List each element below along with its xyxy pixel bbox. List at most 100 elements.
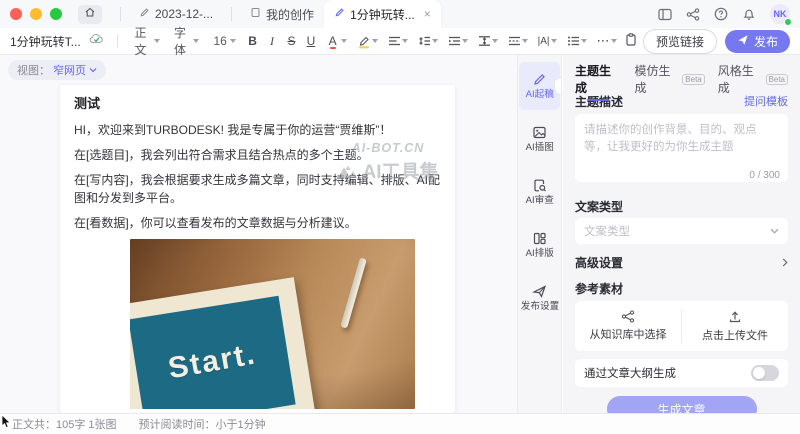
indent-button[interactable] <box>445 33 471 49</box>
rail-item-ai-layout[interactable]: AI排版 <box>519 221 560 269</box>
close-tab-icon[interactable]: × <box>424 7 431 21</box>
status-bar: 正文共： 105字 1张图 预计阅读时间： 小于1分钟 <box>0 413 800 434</box>
doc-paragraph[interactable]: 在[写内容]，我会根据要求生成多篇文章，同时支持编辑、排版、AI配图和分发到多平… <box>74 171 441 207</box>
document-title[interactable]: 1分钟玩转T... <box>10 33 81 50</box>
tab-active-document[interactable]: 1分钟玩转... × <box>324 0 441 28</box>
document-icon <box>250 7 261 21</box>
format-painter-button[interactable] <box>624 31 639 51</box>
document-search-icon <box>532 178 547 193</box>
close-window-button[interactable] <box>10 8 22 20</box>
ai-tools-rail: AI起稿 AI插图 AI审查 AI排版 发布设置 <box>517 55 562 413</box>
window-controls <box>10 8 62 20</box>
app-window: 2023-12-... 我的创作 1分钟玩转... × <box>0 0 800 434</box>
rail-item-ai-illustration[interactable]: AI插图 <box>519 115 560 163</box>
list-button[interactable] <box>564 33 590 49</box>
chevron-down-icon <box>611 39 617 43</box>
beta-badge: Beta <box>766 74 788 85</box>
inserted-image-start[interactable]: Start. <box>130 239 415 409</box>
upload-button-label: 点击上传文件 <box>702 327 768 343</box>
chevron-down-icon <box>193 39 199 43</box>
tab-style-generate[interactable]: 风格生成Beta <box>718 62 788 96</box>
tab-topic-generate[interactable]: 主题生成 <box>575 62 622 96</box>
chevron-down-icon <box>402 39 408 43</box>
layout-icon <box>532 231 547 246</box>
outline-toggle[interactable] <box>751 365 779 381</box>
upload-icon <box>728 310 742 324</box>
paragraph-spacing-button[interactable] <box>475 33 501 49</box>
rail-label: AI审查 <box>525 196 553 206</box>
indent-icon <box>448 35 461 47</box>
generate-article-button[interactable]: 生成文章 <box>607 396 757 413</box>
help-icon[interactable] <box>714 7 728 21</box>
titlebar: 2023-12-... 我的创作 1分钟玩转... × <box>0 0 800 28</box>
doc-paragraph[interactable]: 在[选题目]，我会列出符合需求且结合热点的多个主题。 <box>74 146 441 164</box>
avatar-initials: NK <box>774 9 787 19</box>
rail-item-publish-settings[interactable]: 发布设置 <box>519 274 560 322</box>
preview-link-button[interactable]: 预览链接 <box>643 29 717 54</box>
mouse-cursor <box>1 415 12 429</box>
format-toolbar: 1分钟玩转T... 正文 字体 16 B I S U A <box>0 28 800 55</box>
highlight-color-button[interactable] <box>354 32 381 51</box>
send-icon <box>532 284 547 299</box>
notification-bell-icon[interactable] <box>742 7 756 21</box>
divider <box>231 7 232 21</box>
tab-label: 1分钟玩转... <box>350 6 415 23</box>
collapse-panel-handle[interactable] <box>554 77 561 95</box>
copy-type-placeholder: 文案类型 <box>584 223 630 239</box>
italic-button[interactable]: I <box>264 31 279 51</box>
publish-button[interactable]: 发布 <box>725 30 790 53</box>
line-height-button[interactable] <box>415 33 441 49</box>
letter-spacing-button[interactable]: |A| <box>535 34 560 49</box>
size-value: 16 <box>213 34 226 48</box>
upload-file-button[interactable]: 点击上传文件 <box>682 301 788 351</box>
kb-button-label: 从知识库中选择 <box>590 326 667 342</box>
sidebar-layout-icon[interactable] <box>658 8 672 21</box>
more-formats-button[interactable]: ⋯ <box>594 34 620 48</box>
rail-item-ai-review[interactable]: AI审查 <box>519 168 560 216</box>
bold-button[interactable]: B <box>245 31 260 51</box>
chevron-down-icon <box>492 39 498 43</box>
home-icon <box>84 5 96 23</box>
home-button[interactable] <box>78 5 102 24</box>
doc-paragraph[interactable]: 在[看数据]，你可以查看发布的文章数据与分析建议。 <box>74 214 441 232</box>
minimize-window-button[interactable] <box>30 8 42 20</box>
pencil-icon <box>334 7 345 21</box>
align-button[interactable] <box>385 33 411 49</box>
font-size-select[interactable]: 16 <box>208 32 240 50</box>
rail-label: AI插图 <box>525 143 553 153</box>
chevron-down-icon <box>581 39 587 43</box>
paragraph-spacing-icon <box>478 35 491 47</box>
share-nodes-icon <box>621 310 635 323</box>
outline-generate-card: 通过文章大纲生成 <box>575 359 788 387</box>
rail-label: AI起稿 <box>525 90 553 100</box>
reference-source-card: 从知识库中选择 点击上传文件 <box>575 301 788 351</box>
maximize-window-button[interactable] <box>50 8 62 20</box>
divider-insert-button[interactable] <box>505 33 531 49</box>
advanced-settings-row[interactable]: 高级设置 <box>575 255 788 269</box>
style-value: 正文 <box>134 24 151 58</box>
question-template-link[interactable]: 提问模板 <box>744 93 788 109</box>
view-mode-select[interactable]: 视图： 窄网页 <box>8 60 106 80</box>
chevron-down-icon <box>462 39 468 43</box>
char-counter: 0 / 300 <box>749 170 780 181</box>
pencil-icon <box>532 72 547 87</box>
select-from-kb-button[interactable]: 从知识库中选择 <box>575 301 681 351</box>
document-page[interactable]: 测试 HI，欢迎来到TURBODESK! 我是专属于你的运营“贾维斯”！ 在[选… <box>60 85 455 413</box>
user-avatar[interactable]: NK <box>770 4 790 24</box>
copy-type-select[interactable]: 文案类型 <box>575 218 788 244</box>
highlighter-icon <box>357 34 371 49</box>
line-height-icon <box>418 35 431 47</box>
doc-heading[interactable]: 测试 <box>74 95 441 113</box>
photo-card: Start. <box>130 277 316 409</box>
strikethrough-button[interactable]: S <box>284 31 299 51</box>
doc-paragraph[interactable]: HI，欢迎来到TURBODESK! 我是专属于你的运营“贾维斯”！ <box>74 121 441 139</box>
chevron-down-icon <box>770 228 779 234</box>
tab-imitate-generate[interactable]: 模仿生成Beta <box>635 62 705 96</box>
send-icon <box>737 34 749 49</box>
divider <box>117 34 118 48</box>
chevron-down-icon <box>341 39 347 43</box>
share-nodes-icon[interactable] <box>686 8 700 21</box>
underline-button[interactable]: U <box>303 31 318 51</box>
tab-my-creations[interactable]: 我的创作 <box>240 0 324 28</box>
font-color-button[interactable]: A <box>323 29 350 53</box>
